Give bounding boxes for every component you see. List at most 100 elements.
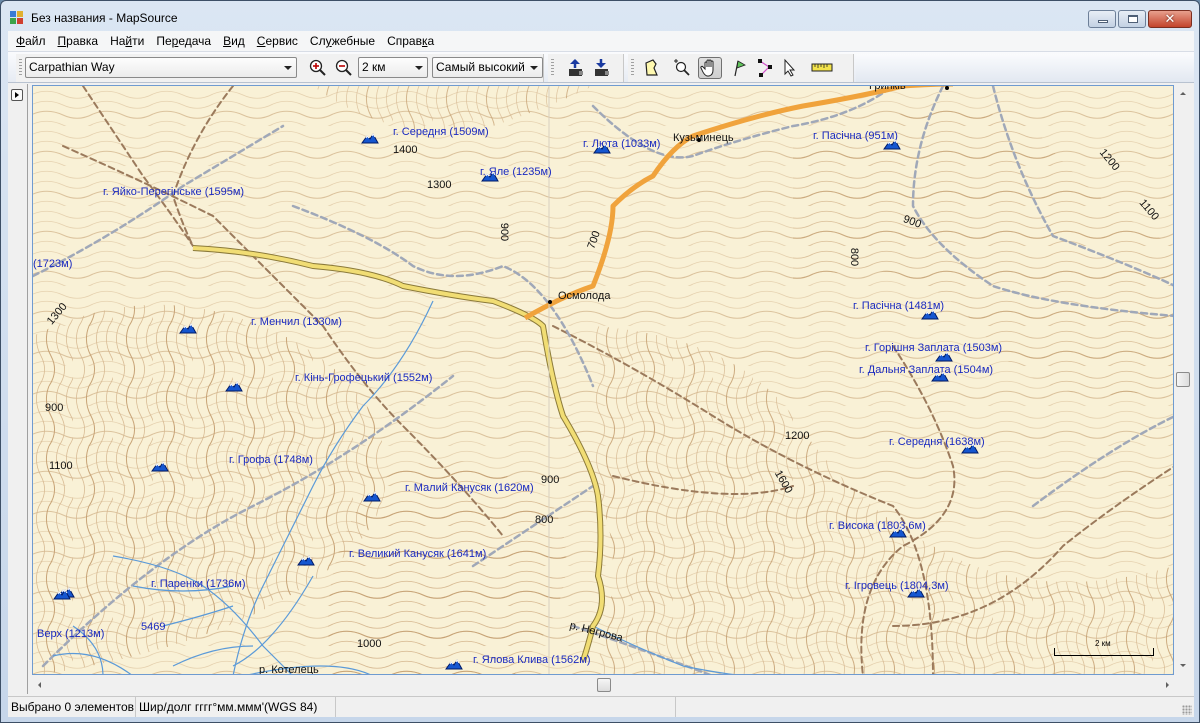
- distance-tool-button[interactable]: [810, 57, 834, 79]
- mountain-peak-icon[interactable]: [363, 490, 381, 502]
- menu-accelerator: Ф: [16, 34, 26, 48]
- toolbar: Carpathian Way 2 км Самый высокий: [8, 51, 1194, 83]
- app-window: Без названия - MapSource ✕ Файл Правка Най…: [0, 0, 1200, 723]
- peak-label[interactable]: г. Яйко-Перегінське (1595м): [103, 186, 244, 198]
- send-to-device-button[interactable]: [564, 57, 588, 79]
- mountain-peak-icon[interactable]: [889, 526, 907, 538]
- mountain-peak-icon[interactable]: [53, 588, 71, 600]
- peak-label[interactable]: г. Паренки (1736м): [151, 578, 246, 590]
- title-bar[interactable]: Без названия - MapSource ✕: [1, 1, 1199, 31]
- peak-label[interactable]: г. Малий Канусяк (1620м): [405, 482, 534, 494]
- ruler-icon: [811, 63, 833, 72]
- status-bar: Выбрано 0 элементов Шир/долг гггг°мм.ммм…: [8, 696, 1194, 717]
- peak-label[interactable]: г. Великий Канусяк (1641м): [349, 548, 486, 560]
- client-area: Файл Правка Найти Передача Вид Сервис Служебны…: [8, 31, 1194, 717]
- mountain-peak-icon[interactable]: [931, 370, 949, 382]
- show-sidebar-button[interactable]: [11, 89, 23, 101]
- close-button[interactable]: ✕: [1148, 10, 1192, 28]
- hand-tool-button[interactable]: [698, 57, 722, 79]
- mountain-peak-icon[interactable]: [361, 132, 379, 144]
- menu-item-4[interactable]: Вид: [217, 32, 251, 50]
- mountain-peak-icon[interactable]: [907, 586, 925, 598]
- mountain-peak-icon[interactable]: [445, 658, 463, 670]
- scroll-down-icon[interactable]: [1180, 664, 1186, 667]
- vertical-scroll-thumb[interactable]: [1176, 372, 1190, 387]
- toolbar-empty-area: [856, 54, 1194, 82]
- mountain-peak-icon[interactable]: [935, 350, 953, 362]
- zoom-in-icon: [309, 59, 326, 76]
- map-tool-button[interactable]: [640, 57, 664, 79]
- peak-label[interactable]: г. Менчил (1330м): [251, 316, 342, 328]
- town-dot-icon: [548, 300, 552, 304]
- waypoint-flag-icon: [734, 60, 746, 77]
- town-dot-icon: [945, 86, 949, 90]
- menu-label-rest: ид: [231, 34, 245, 48]
- vertical-scrollbar[interactable]: [1175, 85, 1192, 675]
- menu-label-prefix: На: [110, 34, 126, 48]
- menu-label-rest: едача: [178, 34, 212, 48]
- mountain-peak-icon[interactable]: [961, 442, 979, 454]
- peak-label[interactable]: г. Грофа (1748м): [229, 454, 313, 466]
- town-label[interactable]: Кузьминець: [673, 132, 734, 144]
- mountain-peak-icon[interactable]: [179, 322, 197, 334]
- status-pane: [336, 697, 676, 717]
- mountain-peak-icon[interactable]: [883, 138, 901, 150]
- scroll-left-icon[interactable]: [38, 682, 41, 688]
- resize-grip[interactable]: [1182, 705, 1192, 715]
- receive-from-device-button[interactable]: [590, 57, 614, 79]
- mountain-peak-icon[interactable]: [481, 170, 499, 182]
- toolbar-grip[interactable]: [631, 59, 634, 77]
- waypoint-tool-button[interactable]: [728, 57, 752, 79]
- receive-from-device-icon: [595, 59, 609, 76]
- route-tool-icon: [758, 59, 772, 77]
- horizontal-scrollbar[interactable]: [32, 677, 1175, 693]
- mountain-peak-icon[interactable]: [921, 308, 939, 320]
- minimize-button[interactable]: [1088, 10, 1116, 28]
- elevation-label: 900: [45, 402, 64, 414]
- tools-toolbar-group: [628, 54, 854, 82]
- peak-label[interactable]: г. Горішня Заплата (1503м): [865, 342, 1002, 354]
- toolbar-grip[interactable]: [551, 59, 554, 77]
- maximize-button[interactable]: [1118, 10, 1146, 28]
- mountain-peak-icon[interactable]: [225, 380, 243, 392]
- peak-label[interactable]: г. Дальня Заплата (1504м): [859, 364, 993, 376]
- selection-tool-button[interactable]: [778, 57, 802, 79]
- menu-item-6[interactable]: Служебные: [304, 32, 381, 50]
- peak-label[interactable]: (1723м): [33, 258, 72, 270]
- mountain-peak-icon[interactable]: [297, 554, 315, 566]
- zoom-scale-select[interactable]: 2 км: [358, 57, 428, 78]
- chevron-down-icon: [530, 66, 538, 70]
- peak-label[interactable]: г. Висока (1803,6м): [829, 520, 926, 532]
- town-label[interactable]: Осмолода: [558, 290, 610, 302]
- scroll-up-icon[interactable]: [1180, 92, 1186, 95]
- toolbar-grip[interactable]: [19, 59, 22, 77]
- sidebar-splitter[interactable]: [27, 84, 28, 694]
- mountain-peak-icon[interactable]: [593, 142, 611, 154]
- peak-label[interactable]: г. Ігровець (1804,3м): [845, 580, 949, 592]
- mountain-peak-icon[interactable]: [151, 460, 169, 472]
- town-label[interactable]: Грипків: [869, 86, 906, 92]
- map-product-select[interactable]: Carpathian Way: [25, 57, 297, 78]
- hand-tool-icon: [700, 59, 714, 77]
- chevron-down-icon: [284, 66, 292, 70]
- peak-label[interactable]: г. Кінь-Грофецький (1552м): [295, 372, 432, 384]
- horizontal-scroll-thumb[interactable]: [597, 678, 611, 692]
- menu-item-1[interactable]: Правка: [52, 32, 105, 50]
- zoom-tool-button[interactable]: [670, 57, 694, 79]
- menu-item-5[interactable]: Сервис: [251, 32, 304, 50]
- detail-level-select[interactable]: Самый высокий: [432, 57, 543, 78]
- scroll-right-icon[interactable]: [1166, 682, 1169, 688]
- menu-item-0[interactable]: Файл: [10, 32, 52, 50]
- menu-accelerator: П: [57, 34, 67, 48]
- menu-item-3[interactable]: Передача: [150, 32, 217, 50]
- menu-item-7[interactable]: Справка: [381, 32, 440, 50]
- peak-label[interactable]: г. Ялова Клива (1562м): [473, 654, 591, 666]
- zoom-out-button[interactable]: [332, 57, 356, 79]
- peak-label[interactable]: Верх (1213м): [37, 628, 104, 640]
- peak-label[interactable]: г. Середня (1509м): [393, 126, 489, 138]
- map-view[interactable]: г. Середня (1509м) г. Яле (1235м) г. Люта …: [32, 85, 1174, 675]
- zoom-in-button[interactable]: [306, 57, 330, 79]
- map-tool-icon: [645, 59, 658, 76]
- route-tool-button[interactable]: [754, 57, 778, 79]
- menu-item-2[interactable]: Найти: [104, 32, 150, 50]
